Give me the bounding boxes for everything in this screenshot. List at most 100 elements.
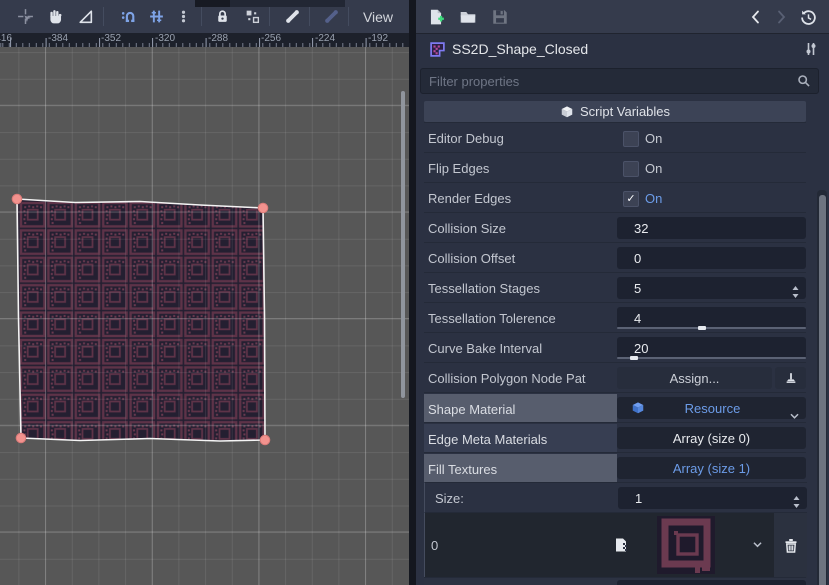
slider-track: [617, 357, 806, 359]
ruler-label: -192: [368, 33, 388, 44]
fill-textures-array[interactable]: Array (size 1): [617, 457, 806, 479]
property-label: Editor Debug: [428, 123, 504, 153]
history-forward-icon[interactable]: [769, 5, 793, 29]
cutoff-field: [617, 580, 806, 585]
section-script-variables[interactable]: Script Variables: [424, 101, 806, 122]
property-label: Shape Material: [428, 394, 515, 424]
ruler-label: -384: [48, 33, 68, 44]
curve-bake-interval-field[interactable]: 20: [617, 337, 806, 359]
load-folder-icon[interactable]: [456, 5, 480, 29]
view-menu-button[interactable]: View: [354, 4, 402, 29]
trash-icon[interactable]: [783, 537, 799, 554]
checkbox-label: On: [645, 153, 662, 183]
object-tools-icon[interactable]: [803, 41, 819, 57]
history-back-icon[interactable]: [744, 5, 768, 29]
canvas-area[interactable]: [0, 47, 409, 585]
properties-list: Script Variables Editor Debug On Flip Ed…: [416, 95, 829, 585]
property-label: Flip Edges: [428, 153, 489, 183]
property-label: Edge Meta Materials: [428, 424, 547, 454]
property-row-render-edges: Render Edges ✓ On: [424, 182, 806, 213]
closed-shape-fill[interactable]: [17, 199, 265, 441]
spinner-updown-icon[interactable]: [791, 285, 800, 302]
pan-tool-icon[interactable]: [42, 4, 68, 29]
shape-handle-top-left[interactable]: [12, 194, 22, 204]
tessellation-tolerence-field[interactable]: 4: [617, 307, 806, 329]
flip-edges-checkbox[interactable]: [623, 161, 639, 177]
snap-options-icon[interactable]: [170, 4, 196, 29]
pick-node-button[interactable]: [775, 367, 806, 389]
property-label: Curve Bake Interval: [428, 333, 542, 363]
editor-debug-checkbox[interactable]: [623, 131, 639, 147]
shape-handle-bottom-left[interactable]: [16, 433, 26, 443]
shape-handle-bottom-right[interactable]: [260, 435, 270, 445]
ruler-label: -320: [155, 33, 175, 44]
edit-texture-icon[interactable]: [613, 537, 629, 553]
spinner-updown-icon[interactable]: [792, 495, 801, 512]
tessellation-stages-value: 5: [634, 281, 641, 296]
section-label: Script Variables: [580, 104, 670, 119]
array-size-label: Array (size 1): [673, 461, 750, 476]
shape-canvas[interactable]: [0, 47, 409, 585]
slider-grabber[interactable]: [698, 326, 706, 330]
assign-button-label: Assign...: [670, 371, 720, 386]
cutoff-next-row: [424, 577, 806, 585]
slider-track: [617, 327, 806, 329]
array-size-label: Array (size 0): [673, 431, 750, 446]
shape-handle-top-right[interactable]: [258, 203, 268, 213]
move-tool-icon[interactable]: [12, 4, 38, 29]
edge-meta-materials-label-cell[interactable]: Edge Meta Materials: [424, 424, 617, 452]
shape-material-label-cell[interactable]: Shape Material: [424, 394, 617, 422]
property-row-curve-bake-interval: Curve Bake Interval 20: [424, 332, 806, 363]
property-row-flip-edges: Flip Edges On: [424, 152, 806, 183]
canvas-viewport[interactable]: View -416 -384 -352 -320 -288 -256 -224 …: [0, 0, 409, 585]
godot-editor: View -416 -384 -352 -320 -288 -256 -224 …: [0, 0, 829, 585]
property-row-collision-offset: Collision Offset 0: [424, 242, 806, 273]
item-delete-cell: [774, 513, 807, 578]
panel-splitter[interactable]: [409, 0, 416, 585]
property-label: Size:: [435, 483, 464, 513]
property-label: Collision Offset: [428, 243, 515, 273]
tessellation-stages-field[interactable]: 5: [617, 277, 806, 299]
item-chevron-down-icon[interactable]: [752, 541, 763, 549]
property-label: Collision Size: [428, 213, 506, 243]
property-row-edge-meta-materials: Edge Meta Materials Array (size 0): [424, 422, 806, 453]
ruler-label: -288: [208, 33, 228, 44]
cube-icon: [560, 105, 574, 119]
assign-node-path-button[interactable]: Assign...: [617, 367, 772, 389]
toolbar-separator: [309, 7, 310, 26]
tessellation-tolerence-value: 4: [634, 311, 641, 326]
history-menu-icon[interactable]: [796, 5, 820, 29]
filter-properties-input[interactable]: [421, 74, 797, 89]
property-row-tessellation-tolerence: Tessellation Tolerence 4: [424, 302, 806, 333]
inspector-toolbar: [416, 0, 829, 34]
bone-icon[interactable]: [279, 4, 305, 29]
shape-material-resource[interactable]: Resource: [617, 397, 806, 419]
chevron-down-icon: [789, 408, 800, 423]
skeleton-options-icon[interactable]: [318, 4, 344, 29]
collision-offset-field[interactable]: 0: [617, 247, 806, 269]
ruler-tool-icon[interactable]: [72, 4, 98, 29]
smart-snap-icon[interactable]: [115, 4, 141, 29]
new-resource-icon[interactable]: [424, 5, 448, 29]
edge-meta-materials-array[interactable]: Array (size 0): [617, 427, 806, 449]
fill-textures-label-cell[interactable]: Fill Textures: [424, 454, 617, 482]
ruler-label: -352: [101, 33, 121, 44]
render-edges-checkbox[interactable]: ✓: [623, 191, 639, 207]
property-label: Render Edges: [428, 183, 511, 213]
filter-properties-box: [420, 68, 819, 94]
texture-preview[interactable]: [657, 516, 715, 574]
lock-icon[interactable]: [209, 4, 235, 29]
group-icon[interactable]: [239, 4, 265, 29]
slider-grabber[interactable]: [630, 356, 638, 360]
inspector-scrollbar-thumb[interactable]: [819, 195, 826, 585]
collision-size-field[interactable]: 32: [617, 217, 806, 239]
array-size-field[interactable]: 1: [618, 487, 807, 509]
node-picker-icon: [784, 371, 798, 385]
grid-snap-icon[interactable]: [143, 4, 169, 29]
inspector-scrollbar-track[interactable]: [817, 190, 827, 585]
property-label: Tessellation Tolerence: [428, 303, 556, 333]
viewport-vertical-scrollbar[interactable]: [401, 91, 405, 398]
save-icon[interactable]: [488, 5, 512, 29]
resource-cube-icon: [631, 401, 645, 415]
property-label: Tessellation Stages: [428, 273, 540, 303]
